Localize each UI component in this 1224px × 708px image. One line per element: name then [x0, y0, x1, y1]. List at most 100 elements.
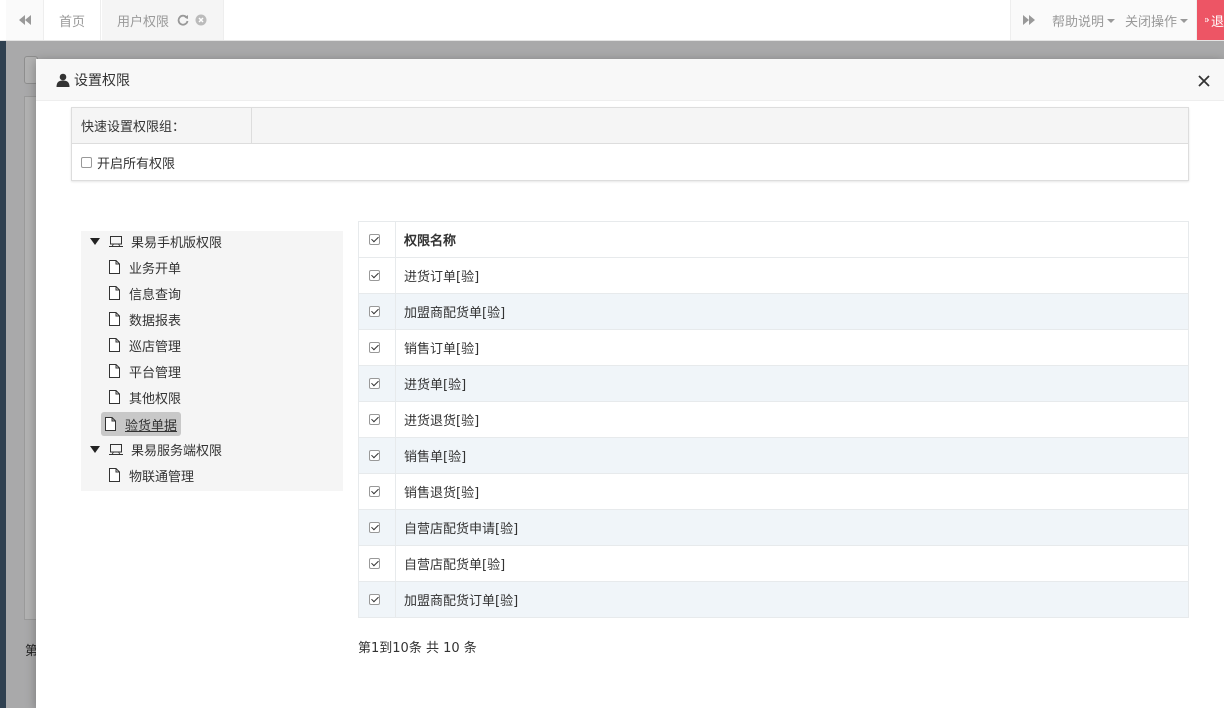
tree-item-label: 业务开单 — [129, 261, 182, 277]
row-checkbox-cell — [358, 545, 396, 582]
row-checkbox-cell — [358, 581, 396, 618]
row-checkbox[interactable] — [369, 594, 380, 605]
tree-item[interactable]: 数据报表 — [109, 307, 181, 331]
permissions-table: 权限名称 进货订单[验] 加盟商配货单[验] 销售订单[验] 进货单[验] 进货… — [358, 221, 1189, 618]
help-dropdown[interactable]: 帮助说明 — [1047, 0, 1123, 40]
permission-name-cell: 进货订单[验] — [395, 257, 1189, 294]
file-icon — [109, 468, 120, 482]
tree-item[interactable]: 其他权限 — [109, 385, 181, 409]
chevron-down-icon — [1180, 19, 1188, 23]
caret-down-icon[interactable] — [90, 237, 100, 245]
file-icon — [109, 390, 120, 404]
tab-bar: 首页 用户权限 帮助说明 关闭操作 退 — [0, 0, 1224, 41]
row-checkbox[interactable] — [369, 486, 380, 497]
row-checkbox-cell — [358, 401, 396, 438]
user-icon — [56, 73, 70, 87]
table-row[interactable]: 加盟商配货单[验] — [358, 293, 1189, 330]
tree-item[interactable]: 业务开单 — [109, 255, 181, 279]
quick-group-label: 快速设置权限组： — [72, 108, 252, 143]
close-icon — [1198, 75, 1210, 87]
row-checkbox-cell — [358, 437, 396, 474]
table-row[interactable]: 销售单[验] — [358, 437, 1189, 474]
permission-name-cell: 自营店配货单[验] — [395, 545, 1189, 582]
close-tab-icon[interactable] — [195, 14, 207, 26]
enable-all-row: 开启所有权限 — [72, 144, 1188, 180]
help-label: 帮助说明 — [1051, 14, 1104, 30]
file-icon — [109, 312, 120, 326]
enable-all-checkbox[interactable] — [81, 156, 92, 168]
table-row[interactable]: 进货单[验] — [358, 365, 1189, 402]
tree-item[interactable]: 平台管理 — [109, 359, 181, 383]
sign-out-icon — [1205, 17, 1209, 23]
row-checkbox[interactable] — [369, 306, 380, 317]
table-row[interactable]: 进货退货[验] — [358, 401, 1189, 438]
row-checkbox-cell — [358, 509, 396, 546]
pagination-info: 第1到10条 共 10 条 — [358, 641, 477, 656]
table-row[interactable]: 进货订单[验] — [358, 257, 1189, 294]
permission-name-cell: 进货退货[验] — [395, 401, 1189, 438]
table-row[interactable]: 销售订单[验] — [358, 329, 1189, 366]
file-icon — [109, 338, 120, 352]
forward-icon — [1023, 15, 1036, 25]
permission-name-cell: 销售订单[验] — [395, 329, 1189, 366]
select-all-cell — [358, 221, 396, 258]
dialog-title: 设置权限 — [74, 72, 130, 89]
permission-name-cell: 销售单[验] — [395, 437, 1189, 474]
row-checkbox[interactable] — [369, 450, 380, 461]
row-checkbox[interactable] — [369, 558, 380, 569]
row-checkbox-cell — [358, 293, 396, 330]
close-operations-label: 关闭操作 — [1124, 14, 1177, 30]
row-checkbox-cell — [358, 329, 396, 366]
tab-scroll-left-button[interactable] — [6, 0, 44, 40]
permission-name-cell: 销售退货[验] — [395, 473, 1189, 510]
close-operations-dropdown[interactable]: 关闭操作 — [1122, 0, 1196, 40]
permission-name-cell: 自营店配货申请[验] — [395, 509, 1189, 546]
tree-item-label: 其他权限 — [129, 391, 182, 407]
tree-group-server[interactable]: 果易服务端权限 — [90, 437, 222, 461]
quick-group-options[interactable] — [252, 108, 1188, 143]
tab-scroll-right-button[interactable] — [1009, 0, 1048, 40]
table-row[interactable]: 自营店配货单[验] — [358, 545, 1189, 582]
permission-name-cell: 加盟商配货订单[验] — [395, 581, 1189, 618]
tab-user-permissions[interactable]: 用户权限 — [102, 0, 224, 40]
table-row[interactable]: 自营店配货申请[验] — [358, 509, 1189, 546]
tree-item[interactable]: 信息查询 — [109, 281, 181, 305]
tree-item-selected[interactable]: 验货单据 — [101, 412, 182, 436]
row-checkbox[interactable] — [369, 522, 380, 533]
tree-item-label: 物联通管理 — [129, 469, 195, 485]
quick-settings-panel: 快速设置权限组： 开启所有权限 — [71, 107, 1189, 181]
set-permissions-dialog: 设置权限 快速设置权限组： 开启所有权限 果易手机版权限 业务开单 信息查询 数… — [36, 59, 1224, 708]
table-row[interactable]: 销售退货[验] — [358, 473, 1189, 510]
tab-home[interactable]: 首页 — [44, 0, 102, 40]
caret-down-icon[interactable] — [90, 445, 100, 453]
close-dialog-button[interactable] — [1198, 71, 1210, 89]
row-checkbox[interactable] — [369, 270, 380, 281]
table-row[interactable]: 加盟商配货订单[验] — [358, 581, 1189, 618]
file-icon — [105, 417, 116, 431]
row-checkbox-cell — [358, 365, 396, 402]
refresh-icon[interactable] — [177, 14, 189, 26]
row-checkbox[interactable] — [369, 414, 380, 425]
chevron-down-icon — [1106, 19, 1115, 23]
laptop-icon — [109, 235, 123, 247]
logout-label: 退 — [1210, 14, 1224, 30]
row-checkbox[interactable] — [369, 378, 380, 389]
row-checkbox[interactable] — [369, 342, 380, 353]
tree-item-label: 信息查询 — [129, 287, 182, 303]
dialog-header: 设置权限 — [36, 59, 1224, 101]
permission-name-cell: 加盟商配货单[验] — [395, 293, 1189, 330]
column-header-permission-name[interactable]: 权限名称 — [395, 221, 1189, 258]
laptop-icon — [109, 443, 123, 455]
tree-item-label: 数据报表 — [129, 313, 182, 329]
tree-item[interactable]: 巡店管理 — [109, 333, 181, 357]
file-icon — [109, 286, 120, 300]
tree-group-mobile[interactable]: 果易手机版权限 — [90, 229, 222, 253]
tree-group-label: 果易手机版权限 — [131, 235, 223, 251]
tree-group-label: 果易服务端权限 — [131, 443, 223, 459]
tab-home-label: 首页 — [59, 14, 86, 30]
right-toolbar: 帮助说明 关闭操作 退 — [1009, 0, 1224, 40]
select-all-checkbox[interactable] — [369, 234, 380, 245]
tree-item-label: 巡店管理 — [129, 339, 182, 355]
tree-item[interactable]: 物联通管理 — [109, 463, 194, 487]
logout-button[interactable]: 退 — [1196, 0, 1224, 40]
